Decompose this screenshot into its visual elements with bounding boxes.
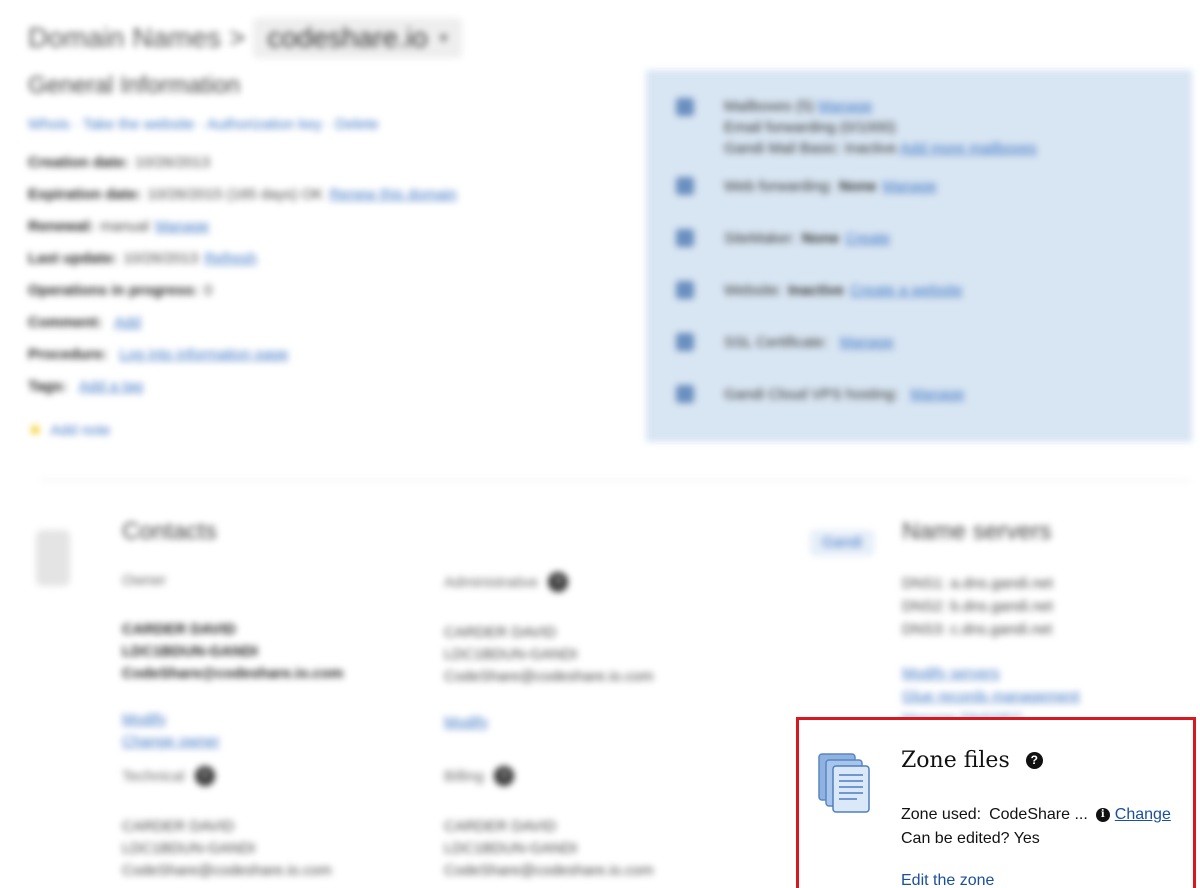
change-zone-link[interactable]: Change [1115,806,1171,824]
service-web-forwarding: Web forwarding: None Manage [646,160,1192,212]
help-icon[interactable]: ? [494,766,515,786]
edit-zone-link[interactable]: Edit the zone [901,872,994,888]
chevron-down-icon: ▾ [439,30,448,47]
services-panel: Mailboxes (5) Manage Email forwarding (0… [646,70,1192,442]
info-row: Comment: Add [28,313,141,331]
domain-name: codeshare.io [267,22,428,53]
star-icon: ★ [28,422,43,439]
server-icon [676,385,694,403]
service-sitemaker: SiteMaker: None Create [646,212,1192,264]
contact-owner: Owner CARDER DAVID LDC1BDUN-GANDI CodeSh… [122,572,344,750]
general-info-rows: Creation date: 10/26/2013 Expiration date… [28,146,457,402]
general-info-title: General Information [28,72,241,99]
service-mailboxes: Mailboxes (5) Manage Email forwarding (0… [646,80,1192,160]
general-action-links[interactable]: Whois · Take the website · Authorization… [28,116,379,133]
contacts-title: Contacts [122,518,217,545]
help-icon[interactable]: ? [194,766,215,786]
zone-used-row: Zone used: CodeShare ... i Change [901,806,1171,824]
lock-icon [676,333,694,351]
zone-files-title: Zone files ? [901,748,1043,773]
add-note-link[interactable]: ★ Add note [28,420,110,440]
nameserver-list: DNS1: a.dns.gandi.net DNS2: b.dns.gandi.… [902,575,1053,638]
zone-files-icon [818,753,870,813]
nameservers-title: Name servers [902,518,1052,545]
info-row: Expiration date: 10/26/2015 (165 days) OK… [28,185,457,203]
info-row: Renewal: manual Manage [28,217,210,235]
nameserver-badge: Gandi [810,530,874,556]
zone-editable-status: Can be edited? Yes [901,830,1040,847]
zone-used-label: Zone used: [901,806,982,823]
info-row: Last update: 10/26/2013 Refresh [28,249,257,267]
domain-selector[interactable]: codeshare.io ▾ [253,18,462,58]
website-icon [676,281,694,299]
contacts-icon [36,530,70,586]
info-row: Creation date: 10/26/2013 [28,153,210,171]
contact-billing: Billing? CARDER DAVID LDC1BDUN-GANDI Cod… [444,766,654,879]
breadcrumb-separator: > [228,22,246,53]
info-icon[interactable]: i [1095,808,1110,822]
forward-icon [676,177,694,195]
service-vps: Gandi Cloud VPS hosting: Manage [646,368,1192,420]
help-icon[interactable]: ? [1025,752,1043,769]
info-row: Tags: Add a tag [28,377,144,395]
service-website: Website: Inactive Create a website [646,264,1192,316]
section-divider [40,480,1190,481]
info-row: Operations in progress: 0 [28,281,213,299]
help-icon[interactable]: ? [548,572,569,592]
info-row: Procedure: Log into information page [28,345,289,363]
breadcrumb-root[interactable]: Domain Names [28,22,221,54]
contact-technical: Technical? CARDER DAVID LDC1BDUN-GANDI C… [122,766,332,879]
zone-used-value: CodeShare ... [989,806,1088,823]
mail-icon [676,98,694,116]
contact-admin: Administrative? CARDER DAVID LDC1BDUN-GA… [444,572,654,731]
sitemaker-icon [676,229,694,247]
breadcrumb: Domain Names > codeshare.io ▾ [28,18,462,58]
service-ssl: SSL Certificate: Manage [646,316,1192,368]
zone-files-panel: Zone files ? Zone used: CodeShare ... i … [796,717,1196,888]
